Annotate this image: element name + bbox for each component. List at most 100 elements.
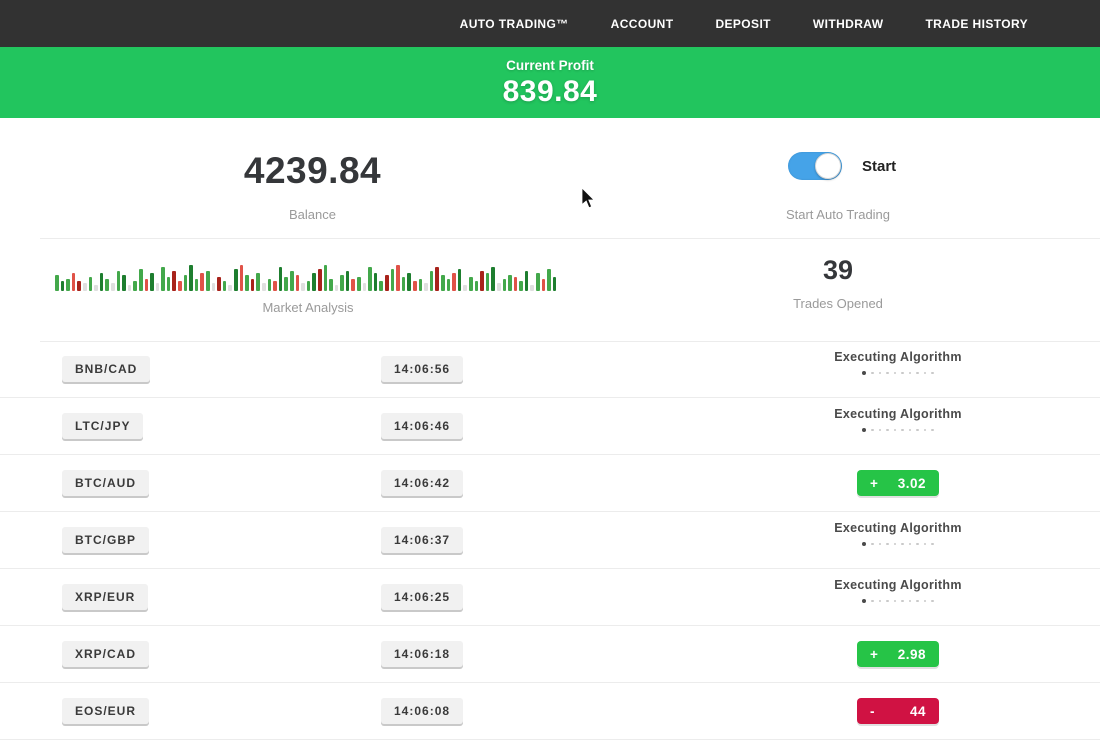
balance-label: Balance [180, 207, 445, 222]
balance-block: 4239.84 Balance [180, 150, 445, 222]
chart-bar [240, 265, 244, 291]
loader-dot [901, 543, 904, 546]
loader-dot [879, 543, 882, 546]
chart-bar [117, 271, 121, 291]
chart-bar [72, 273, 76, 291]
currency-pair-chip: XRP/EUR [62, 584, 148, 610]
loader-dot [931, 429, 934, 432]
chart-bar [178, 281, 182, 291]
loader-dot [916, 543, 919, 546]
chart-bar [419, 279, 423, 291]
chart-bar [251, 279, 255, 291]
trades-opened-label: Trades Opened [700, 296, 976, 311]
chart-bar [89, 277, 93, 291]
chart-bar [514, 277, 518, 291]
loader-dot [894, 429, 897, 432]
chart-bar [340, 275, 344, 291]
trade-status: Executing Algorithm [760, 569, 1036, 625]
chart-bar [200, 273, 204, 291]
executing-algorithm-label: Executing Algorithm [760, 350, 1036, 364]
currency-pair-chip: BTC/GBP [62, 527, 149, 553]
chart-bar [335, 285, 339, 291]
profit-badge: +2.98 [857, 641, 939, 667]
chart-bar [83, 283, 87, 291]
auto-trading-toggle-block: Start [788, 152, 896, 180]
loader-dot [886, 372, 889, 375]
chart-bar [61, 281, 65, 291]
toggle-label: Start [862, 158, 896, 175]
loader-dot [862, 542, 866, 546]
chart-bar [262, 283, 266, 291]
result-value: 2.98 [898, 647, 926, 662]
chart-bar [312, 273, 316, 291]
auto-trading-toggle[interactable] [788, 152, 842, 180]
chart-bar [145, 279, 149, 291]
chart-bar [217, 277, 221, 291]
chart-bar [128, 285, 132, 291]
chart-bar [547, 269, 551, 291]
chart-bar [184, 275, 188, 291]
nav-item-trade-history[interactable]: TRADE HISTORY [925, 17, 1028, 31]
loader-dot [862, 599, 866, 603]
trade-time-chip: 14:06:56 [381, 356, 463, 382]
toggle-knob [815, 153, 841, 179]
result-sign: + [870, 476, 878, 491]
chart-bar [430, 271, 434, 291]
chart-bar [452, 273, 456, 291]
auto-trading-dashboard: AUTO TRADING™ ACCOUNT DEPOSIT WITHDRAW TRADE… [0, 0, 1100, 742]
result-value: 44 [910, 704, 926, 719]
trade-row: LTC/JPY 14:06:46 Executing Algorithm [0, 398, 1100, 455]
chart-bar [346, 271, 350, 291]
loader-dot [901, 429, 904, 432]
chart-bar [228, 285, 232, 291]
mouse-cursor [581, 188, 596, 209]
chart-bar [172, 271, 176, 291]
market-analysis-label: Market Analysis [55, 300, 561, 315]
chart-bar [296, 275, 300, 291]
trade-time-chip: 14:06:46 [381, 413, 463, 439]
trade-status: -44 [760, 683, 1036, 739]
progress-dots [760, 599, 1036, 603]
loader-dot [879, 429, 882, 432]
nav-item-account[interactable]: ACCOUNT [611, 17, 674, 31]
chart-bar [508, 275, 512, 291]
profit-badge: +3.02 [857, 470, 939, 496]
loader-dot [924, 543, 927, 546]
trade-row: XRP/CAD 14:06:18 +2.98 [0, 626, 1100, 683]
loader-dot [894, 543, 897, 546]
chart-bar [357, 277, 361, 291]
loader-dot [924, 600, 927, 603]
chart-bar [497, 283, 501, 291]
nav-item-deposit[interactable]: DEPOSIT [715, 17, 770, 31]
chart-bar [301, 283, 305, 291]
loader-dot [871, 600, 874, 603]
nav-item-withdraw[interactable]: WITHDRAW [813, 17, 884, 31]
trade-status: Executing Algorithm [760, 341, 1036, 397]
trade-time-chip: 14:06:42 [381, 470, 463, 496]
trade-time-chip: 14:06:08 [381, 698, 463, 724]
chart-bar [55, 275, 59, 291]
trade-row: BNB/CAD 14:06:56 Executing Algorithm [0, 341, 1100, 398]
loader-dot [886, 543, 889, 546]
nav-item-auto-trading[interactable]: AUTO TRADING™ [460, 17, 569, 31]
chart-bar [542, 279, 546, 291]
start-auto-trading-label: Start Auto Trading [700, 207, 976, 222]
chart-bar [273, 281, 277, 291]
loader-dot [894, 372, 897, 375]
currency-pair-chip: BNB/CAD [62, 356, 150, 382]
chart-bar [256, 273, 260, 291]
chart-bar [475, 281, 479, 291]
chart-bar [480, 271, 484, 291]
market-analysis-chart [55, 261, 561, 291]
currency-pair-chip: EOS/EUR [62, 698, 149, 724]
trade-status: Executing Algorithm [760, 512, 1036, 568]
current-profit-banner: Current Profit 839.84 [0, 47, 1100, 118]
loader-dot [879, 372, 882, 375]
loader-dot [886, 600, 889, 603]
loader-dot [924, 372, 927, 375]
loader-dot [879, 600, 882, 603]
chart-bar [111, 283, 115, 291]
chart-bar [391, 269, 395, 291]
loader-dot [924, 429, 927, 432]
chart-bar [307, 281, 311, 291]
